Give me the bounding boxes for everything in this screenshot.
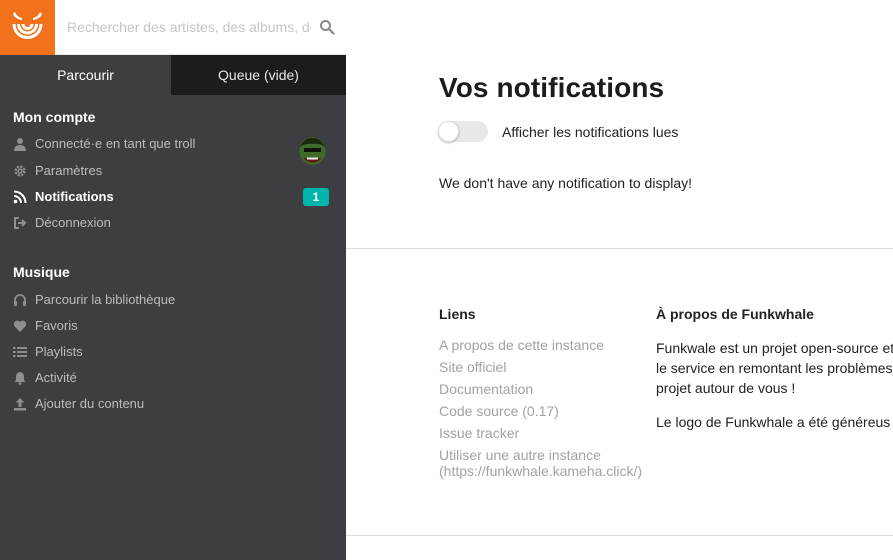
show-read-toggle[interactable] (438, 121, 488, 142)
sidebar-item-library[interactable]: Parcourir la bibliothèque (13, 290, 333, 310)
search-bar (55, 0, 346, 55)
sidebar-item-label: Favoris (35, 318, 78, 333)
tab-browse[interactable]: Parcourir (0, 55, 171, 95)
sidebar-item-label: Activité (35, 370, 77, 385)
footer-link-other-instance[interactable]: Utiliser une autre instance (439, 448, 601, 463)
search-icon[interactable] (319, 19, 335, 35)
footer-link-issue-tracker[interactable]: Issue tracker (439, 426, 519, 441)
footer-link-source-code[interactable]: Code source (0.17) (439, 404, 559, 419)
sidebar-item-label: Parcourir la bibliothèque (35, 292, 176, 307)
about-text-line: le service en remontant les problèmes (656, 360, 893, 376)
notification-count-badge: 1 (303, 188, 329, 206)
gear-icon (14, 165, 26, 177)
sidebar-item-favorites[interactable]: Favoris (13, 316, 333, 336)
footer-link-about-instance[interactable]: A propos de cette instance (439, 338, 604, 353)
show-read-toggle-label[interactable]: Afficher les notifications lues (502, 124, 678, 140)
funkwhale-logo-icon (12, 12, 43, 39)
about-text-line: Funkwale est un projet open-source et (656, 340, 893, 356)
sidebar-item-label: Paramètres (35, 163, 103, 178)
funkwhale-logo[interactable] (0, 0, 55, 55)
user-icon (14, 138, 26, 151)
sidebar-item-settings[interactable]: Paramètres (13, 161, 333, 181)
sidebar-item-label: Notifications (35, 189, 114, 204)
sidebar-item-label: Connecté·e en tant que troll (35, 136, 196, 151)
bell-icon (14, 372, 26, 385)
avatar[interactable] (296, 134, 329, 167)
sidebar-item-label: Ajouter du contenu (35, 396, 145, 411)
about-heading: À propos de Funkwhale (656, 306, 814, 322)
sidebar-item-logged-in[interactable]: Connecté·e en tant que troll (13, 134, 333, 154)
footer-link-other-instance-url[interactable]: (https://funkwhale.kameha.click/) (439, 464, 642, 479)
content-divider (346, 248, 893, 249)
sidebar-item-logout[interactable]: Déconnexion (13, 213, 333, 233)
feed-icon (13, 190, 27, 204)
footer-link-official-site[interactable]: Site officiel (439, 360, 506, 375)
list-icon (13, 347, 27, 357)
sidebar-header (0, 0, 346, 55)
sidebar-item-playlists[interactable]: Playlists (13, 342, 333, 362)
page-title: Vos notifications (439, 72, 665, 103)
links-heading: Liens (439, 306, 476, 322)
headphones-icon (14, 294, 26, 306)
empty-notifications-message: We don't have any notification to displa… (439, 175, 693, 191)
footer-link-documentation[interactable]: Documentation (439, 382, 533, 397)
sidebar-item-label: Playlists (35, 344, 83, 359)
upload-icon (14, 398, 26, 411)
about-logo-text: Le logo de Funkwhale a été généreus (656, 414, 891, 430)
sidebar-tabs: Parcourir Queue (vide) (0, 55, 346, 95)
sign-out-icon (14, 217, 27, 229)
sidebar: Parcourir Queue (vide) Mon compte Connec… (0, 0, 346, 560)
toggle-knob (438, 121, 459, 142)
heart-icon (13, 320, 27, 332)
sidebar-item-upload[interactable]: Ajouter du contenu (13, 394, 333, 414)
about-text-line: projet autour de vous ! (656, 380, 796, 396)
account-section-title: Mon compte (13, 109, 96, 125)
music-section-title: Musique (13, 264, 70, 280)
sidebar-item-notifications[interactable]: Notifications 1 (13, 187, 333, 207)
search-input[interactable] (67, 17, 311, 37)
tab-queue[interactable]: Queue (vide) (171, 55, 346, 95)
sidebar-item-activity[interactable]: Activité (13, 368, 333, 388)
sidebar-item-label: Déconnexion (35, 215, 111, 230)
footer-divider (346, 535, 893, 536)
